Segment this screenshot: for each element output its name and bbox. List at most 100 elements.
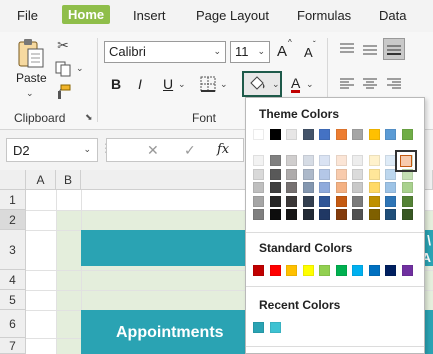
theme-shade-swatch[interactable] [253, 209, 264, 220]
standard-color-swatch[interactable] [319, 265, 330, 276]
font-color-dropdown-icon[interactable]: ⌄ [306, 79, 314, 90]
tab-page-layout[interactable]: Page Layout [196, 8, 269, 23]
theme-shade-swatch[interactable] [368, 182, 380, 193]
copy-icon[interactable] [53, 60, 75, 78]
copy-dropdown-icon[interactable]: ⌄ [76, 63, 84, 74]
selected-color-swatch[interactable] [395, 150, 417, 172]
theme-shade-swatch[interactable] [335, 182, 347, 193]
theme-shade-swatch[interactable] [269, 195, 281, 207]
cancel-icon[interactable]: ✕ [147, 142, 159, 159]
theme-color-swatch[interactable] [269, 129, 281, 140]
insert-function-button[interactable]: fx [217, 142, 229, 157]
theme-shade-swatch[interactable] [253, 155, 264, 166]
align-right-icon[interactable] [386, 77, 402, 91]
theme-shade-swatch[interactable] [302, 168, 314, 180]
theme-shade-swatch[interactable] [253, 195, 264, 207]
row-header-3[interactable]: 3 [0, 230, 26, 270]
theme-shade-swatch[interactable] [269, 209, 281, 220]
theme-shade-swatch[interactable] [269, 182, 281, 193]
theme-shade-swatch[interactable] [368, 209, 380, 220]
theme-shade-swatch[interactable] [368, 195, 380, 207]
font-size-field[interactable]: 11 ⌄ [230, 41, 270, 63]
theme-color-swatch[interactable] [368, 129, 380, 140]
font-size-dropdown-icon[interactable]: ⌄ [257, 46, 265, 57]
theme-shade-swatch[interactable] [352, 195, 363, 207]
theme-shade-swatch[interactable] [368, 155, 380, 166]
theme-color-swatch[interactable] [302, 129, 314, 140]
theme-shade-swatch[interactable] [319, 209, 330, 220]
recent-color-swatch[interactable] [253, 322, 264, 333]
format-painter-icon[interactable] [54, 83, 72, 101]
cut-icon[interactable]: ✂ [55, 37, 71, 53]
select-all-corner[interactable] [0, 170, 26, 190]
row-header-1[interactable]: 1 [0, 190, 26, 210]
theme-shade-swatch[interactable] [319, 155, 330, 166]
theme-shade-swatch[interactable] [385, 209, 396, 220]
tab-insert[interactable]: Insert [133, 8, 166, 23]
formula-input-area[interactable]: ✕ ✓ fx [106, 138, 244, 162]
standard-color-swatch[interactable] [401, 265, 413, 276]
name-box[interactable]: D2 ⌄ [6, 138, 98, 162]
theme-shade-swatch[interactable] [335, 195, 347, 207]
theme-shade-swatch[interactable] [352, 168, 363, 180]
standard-color-swatch[interactable] [269, 265, 281, 276]
recent-color-swatch[interactable] [269, 322, 281, 333]
tab-file[interactable]: File [17, 8, 38, 23]
theme-shade-swatch[interactable] [253, 182, 264, 193]
borders-icon[interactable] [199, 75, 217, 93]
standard-color-swatch[interactable] [352, 265, 363, 276]
underline-button[interactable]: U [163, 76, 173, 92]
align-center-icon[interactable] [362, 77, 378, 91]
standard-color-swatch[interactable] [286, 265, 297, 276]
paste-label[interactable]: Paste [16, 71, 47, 85]
theme-shade-swatch[interactable] [302, 209, 314, 220]
standard-color-swatch[interactable] [253, 265, 264, 276]
theme-shade-swatch[interactable] [368, 168, 380, 180]
theme-shade-swatch[interactable] [286, 182, 297, 193]
row-header-7[interactable]: 7 [0, 338, 26, 354]
paste-dropdown-icon[interactable]: ⌄ [26, 88, 34, 99]
theme-shade-swatch[interactable] [286, 168, 297, 180]
theme-shade-swatch[interactable] [401, 195, 413, 207]
theme-shade-swatch[interactable] [352, 182, 363, 193]
theme-color-swatch[interactable] [335, 129, 347, 140]
tab-formulas[interactable]: Formulas [297, 8, 351, 23]
theme-color-swatch[interactable] [401, 129, 413, 140]
row-header-4[interactable]: 4 [0, 270, 26, 290]
theme-shade-swatch[interactable] [286, 155, 297, 166]
theme-color-swatch[interactable] [286, 129, 297, 140]
theme-shade-swatch[interactable] [286, 209, 297, 220]
tab-home[interactable]: Home [62, 5, 111, 24]
theme-shade-swatch[interactable] [302, 182, 314, 193]
standard-color-swatch[interactable] [385, 265, 396, 276]
standard-color-swatch[interactable] [302, 265, 314, 276]
theme-color-swatch[interactable] [352, 129, 363, 140]
theme-shade-swatch[interactable] [253, 168, 264, 180]
tab-data[interactable]: Data [379, 8, 406, 23]
theme-shade-swatch[interactable] [352, 209, 363, 220]
theme-shade-swatch[interactable] [319, 168, 330, 180]
theme-shade-swatch[interactable] [269, 155, 281, 166]
font-name-field[interactable]: Calibri ⌄ [104, 41, 226, 63]
grow-font-button[interactable]: A [277, 43, 287, 60]
align-bottom-icon[interactable] [383, 38, 405, 60]
underline-dropdown-icon[interactable]: ⌄ [178, 79, 186, 90]
theme-shade-swatch[interactable] [319, 182, 330, 193]
theme-shade-swatch[interactable] [302, 195, 314, 207]
paste-button[interactable] [14, 36, 48, 70]
theme-shade-swatch[interactable] [352, 155, 363, 166]
row-header-5[interactable]: 5 [0, 290, 26, 310]
row-header-2[interactable]: 2 [0, 210, 26, 230]
fill-color-button[interactable]: ⌄ [242, 71, 282, 97]
row-header-6[interactable]: 6 [0, 310, 26, 338]
theme-shade-swatch[interactable] [335, 168, 347, 180]
align-top-icon[interactable] [339, 42, 355, 56]
borders-dropdown-icon[interactable]: ⌄ [220, 79, 228, 90]
italic-button[interactable]: I [138, 76, 142, 92]
fill-color-dropdown-icon[interactable]: ⌄ [272, 79, 280, 90]
font-name-dropdown-icon[interactable]: ⌄ [213, 46, 221, 57]
theme-shade-swatch[interactable] [335, 155, 347, 166]
shrink-font-button[interactable]: A [304, 45, 313, 60]
bold-button[interactable]: B [111, 76, 121, 92]
standard-color-swatch[interactable] [368, 265, 380, 276]
